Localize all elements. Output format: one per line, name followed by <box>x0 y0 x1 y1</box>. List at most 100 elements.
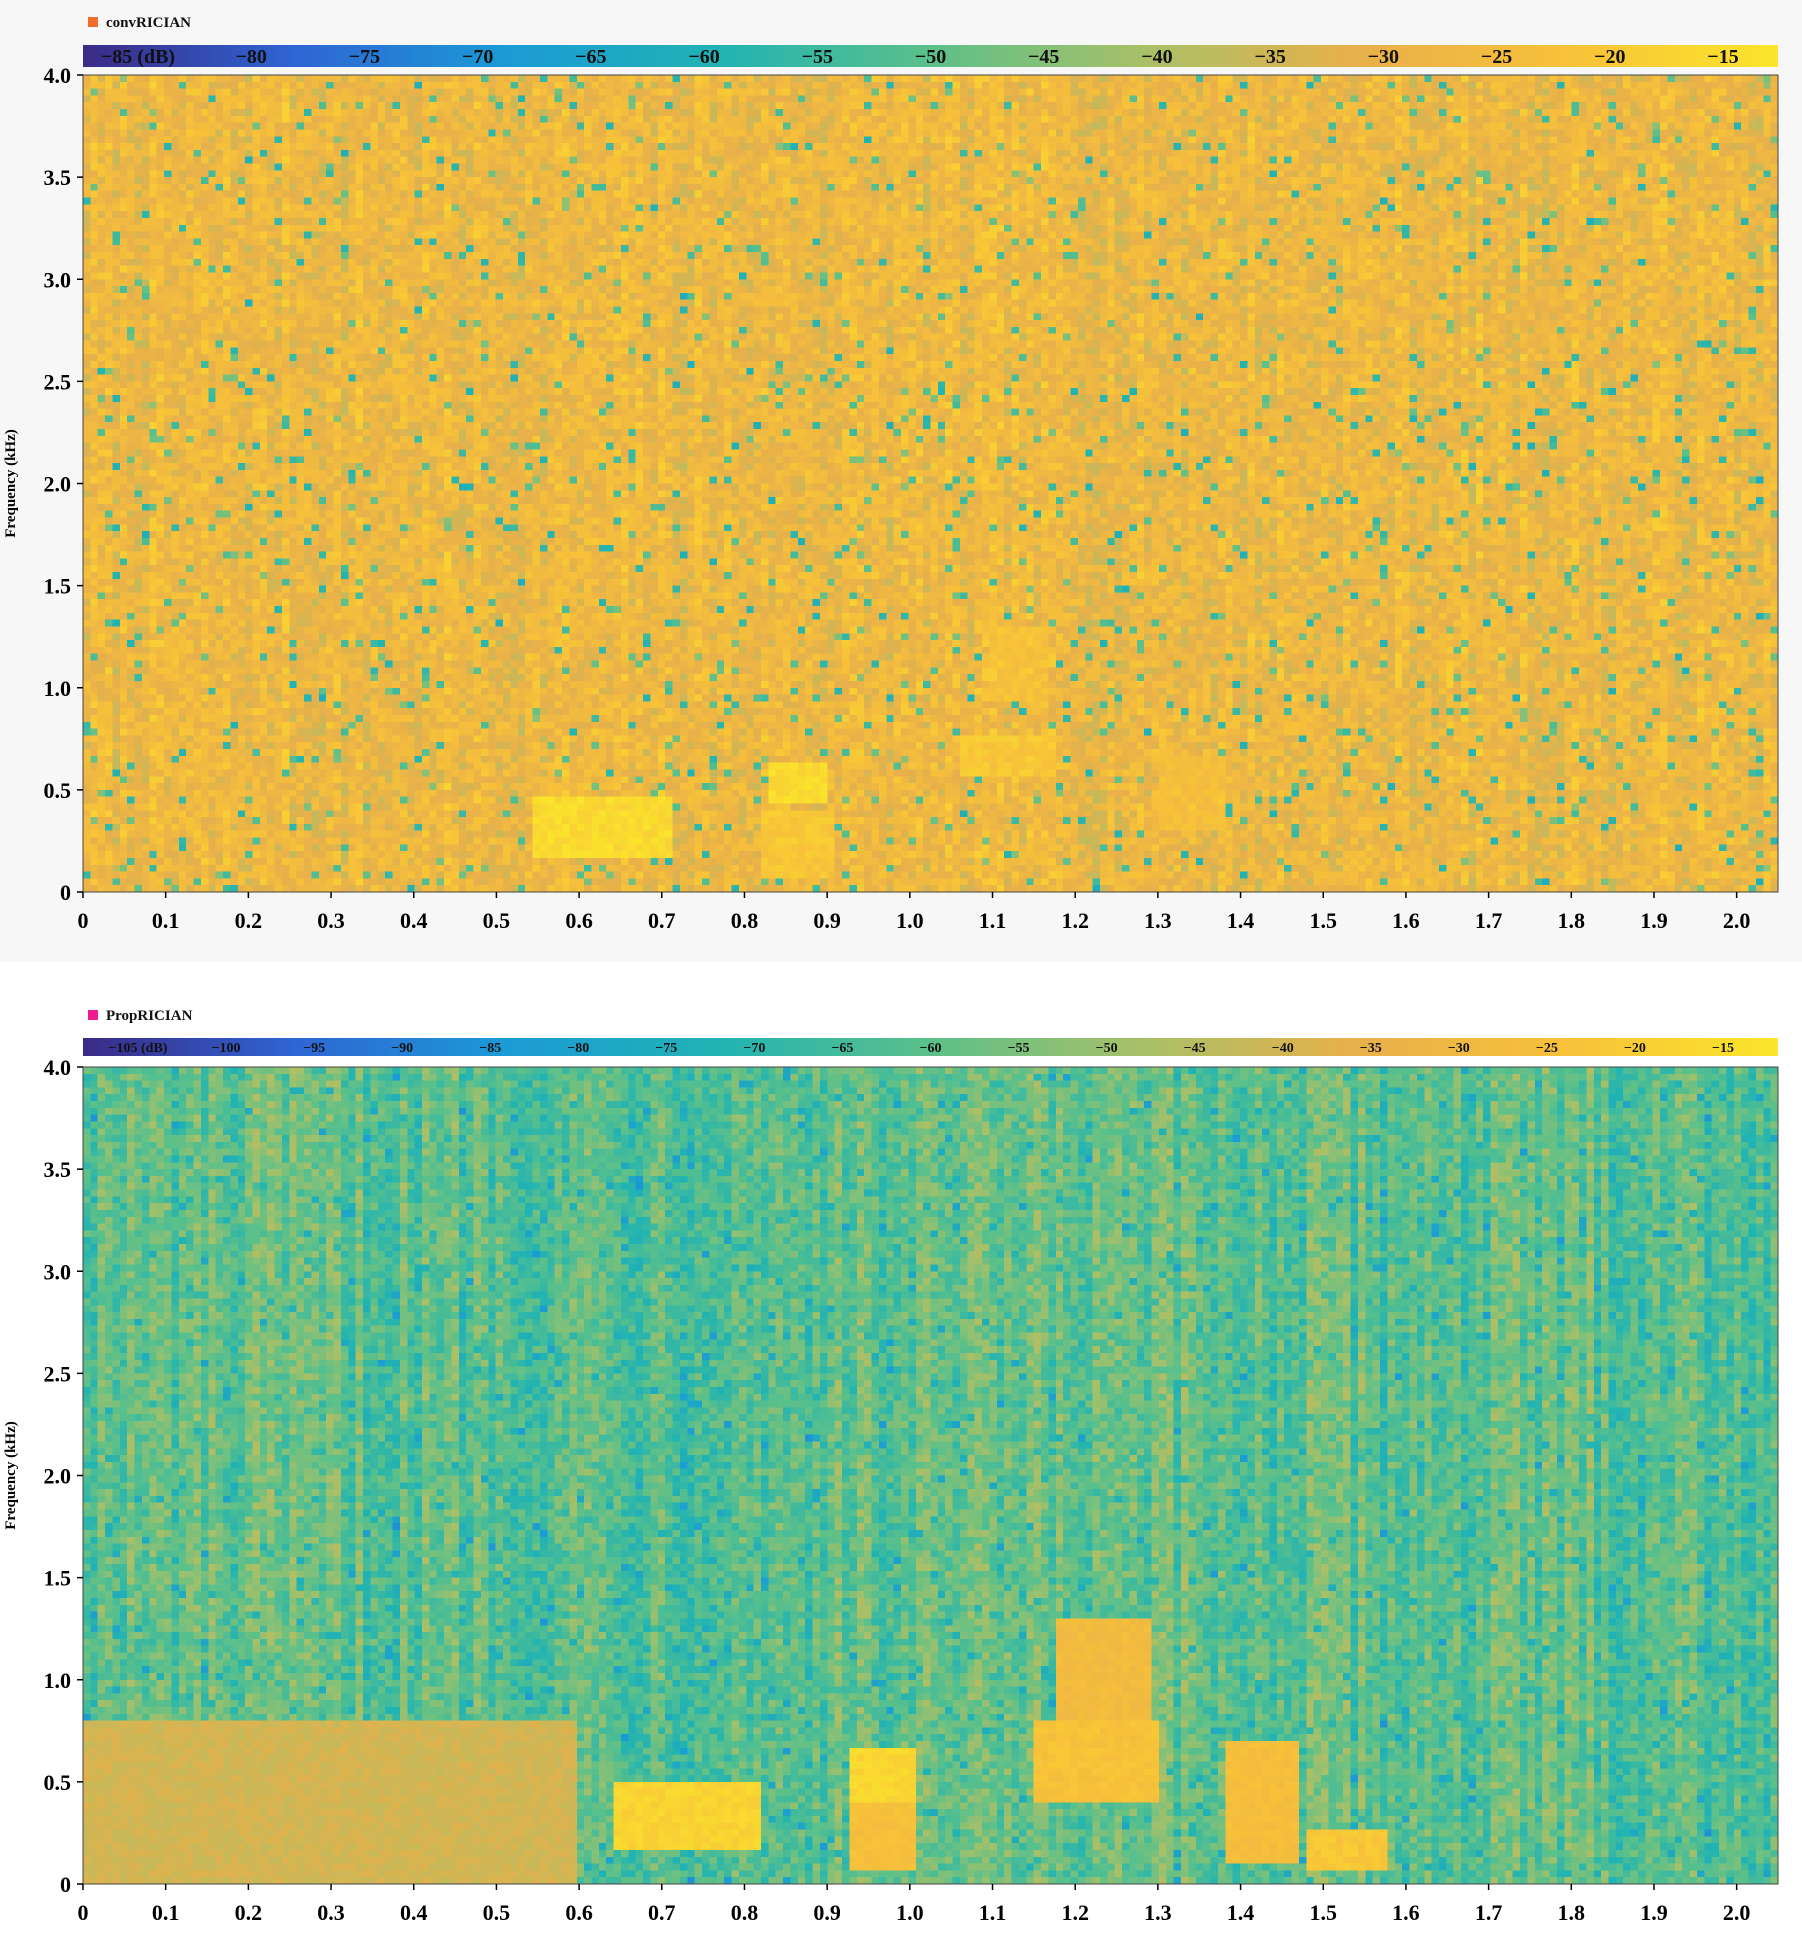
colorbar-tick-label: −50 <box>1096 1041 1118 1056</box>
y-axis-title: Frequency (kHz) <box>3 429 19 537</box>
colorbar-tick-label: −30 <box>1448 1041 1470 1056</box>
y-axis-title: Frequency (kHz) <box>3 1421 19 1529</box>
x-tick-label: 1.1 <box>979 1900 1007 1925</box>
colorbar-tick-label: −25 <box>1536 1041 1558 1056</box>
x-tick-label: 0.2 <box>235 908 263 933</box>
spectrogram-panel-prop: PropRICIAN −105 (dB) −100 −95 −90 −85 −80 −75 −7… <box>0 995 1802 1949</box>
colorbar-tick-label: −60 <box>920 1041 942 1056</box>
x-tick-label: 0.5 <box>483 908 511 933</box>
colorbar-tick-label: −70 <box>743 1041 765 1056</box>
y-tick-label: 4.0 <box>44 63 72 88</box>
x-tick-label: 1.6 <box>1392 908 1420 933</box>
y-tick-label: 0.5 <box>44 778 72 803</box>
x-tick-label: 0.1 <box>152 908 180 933</box>
y-tick-label: 0 <box>60 1872 71 1897</box>
colorbar-tick-label: −90 <box>391 1041 413 1056</box>
colorbar-tick-label: −60 <box>688 46 719 68</box>
y-tick-label: 3.5 <box>44 1157 72 1182</box>
y-tick-label: 2.5 <box>44 1361 72 1386</box>
colorbar-tick-label: −35 <box>1360 1041 1382 1056</box>
colorbar-tick-label: −65 <box>575 46 606 68</box>
y-tick-label: 2.0 <box>44 472 72 497</box>
colorbar-tick-label: −75 <box>349 46 380 68</box>
x-tick-label: 1.5 <box>1309 908 1337 933</box>
x-tick-label: 0.7 <box>648 1900 676 1925</box>
legend-marker <box>88 17 98 27</box>
colorbar-tick-label: −55 <box>1008 1041 1030 1056</box>
x-tick-label: 1.3 <box>1144 1900 1172 1925</box>
x-tick-label: 1.4 <box>1227 1900 1255 1925</box>
colorbar-tick-label: −40 <box>1141 46 1172 68</box>
x-tick-label: 0.3 <box>317 1900 345 1925</box>
colorbar-tick-label: −105 (dB) <box>109 1041 168 1056</box>
colorbar-tick-label: −15 <box>1712 1041 1734 1056</box>
colorbar-tick-label: −85 <box>479 1041 501 1056</box>
legend-marker <box>88 1010 98 1020</box>
spectrogram-heatmap <box>83 75 1778 892</box>
x-tick-label: 1.9 <box>1640 908 1668 933</box>
x-tick-label: 1.4 <box>1227 908 1255 933</box>
y-tick-label: 1.0 <box>44 1668 72 1693</box>
spectrogram-chart-conv: convRICIAN −85 (dB) −80 −75 −70 −65 −60 −55 −50 −… <box>3 15 1779 933</box>
x-tick-label: 0.9 <box>813 1900 841 1925</box>
colorbar-tick-label: −20 <box>1624 1041 1646 1056</box>
colorbar-tick-label: −95 <box>303 1041 325 1056</box>
legend-label: PropRICIAN <box>106 1008 193 1024</box>
colorbar-tick-label: −75 <box>655 1041 677 1056</box>
y-tick-label: 2.5 <box>44 369 72 394</box>
colorbar-tick-label: −65 <box>831 1041 853 1056</box>
y-tick-label: 3.0 <box>44 1259 72 1284</box>
colorbar-tick-label: −55 <box>802 46 833 68</box>
x-tick-label: 0.2 <box>235 1900 263 1925</box>
x-tick-label: 1.7 <box>1475 908 1503 933</box>
y-tick-label: 2.0 <box>44 1464 72 1489</box>
colorbar-tick-label: −40 <box>1272 1041 1294 1056</box>
x-tick-label: 1.2 <box>1061 1900 1089 1925</box>
x-tick-label: 1.7 <box>1475 1900 1503 1925</box>
colorbar-tick-label: −35 <box>1254 46 1285 68</box>
x-tick-label: 2.0 <box>1723 908 1751 933</box>
x-tick-label: 1.1 <box>979 908 1007 933</box>
x-tick-label: 1.8 <box>1558 1900 1586 1925</box>
colorbar-tick-label: −20 <box>1594 46 1625 68</box>
x-tick-label: 1.9 <box>1640 1900 1668 1925</box>
y-tick-label: 1.5 <box>44 1566 72 1591</box>
colorbar-tick-label: −25 <box>1481 46 1512 68</box>
x-tick-label: 0.4 <box>400 908 428 933</box>
colorbar-tick-label: −80 <box>567 1041 589 1056</box>
x-tick-label: 1.2 <box>1061 908 1089 933</box>
x-tick-label: 0 <box>78 908 89 933</box>
x-tick-label: 0.4 <box>400 1900 428 1925</box>
x-tick-label: 0.3 <box>317 908 345 933</box>
colorbar-tick-label: −30 <box>1368 46 1399 68</box>
y-tick-label: 1.5 <box>44 574 72 599</box>
x-tick-label: 1.0 <box>896 908 924 933</box>
x-tick-label: 0.5 <box>483 1900 511 1925</box>
y-tick-label: 3.0 <box>44 267 72 292</box>
x-tick-label: 0.6 <box>565 1900 593 1925</box>
x-tick-label: 1.3 <box>1144 908 1172 933</box>
colorbar-tick-label: −85 (dB) <box>101 46 175 68</box>
colorbar-tick-label: −45 <box>1184 1041 1206 1056</box>
x-tick-label: 0.6 <box>565 908 593 933</box>
x-tick-label: 0.8 <box>731 908 759 933</box>
x-tick-label: 1.0 <box>896 1900 924 1925</box>
spectrogram-heatmap <box>83 1067 1778 1884</box>
x-tick-label: 0 <box>78 1900 89 1925</box>
colorbar-tick-label: −80 <box>236 46 267 68</box>
spectrogram-panel-conv: convRICIAN −85 (dB) −80 −75 −70 −65 −60 −55 −50 −… <box>0 0 1802 962</box>
spectrogram-chart-prop: PropRICIAN −105 (dB) −100 −95 −90 −85 −80 −75 −7… <box>3 1008 1779 1925</box>
colorbar-tick-label: −45 <box>1028 46 1059 68</box>
y-tick-label: 3.5 <box>44 165 72 190</box>
colorbar-tick-label: −15 <box>1707 46 1738 68</box>
x-tick-label: 0.8 <box>731 1900 759 1925</box>
legend-label: convRICIAN <box>106 15 191 31</box>
x-tick-label: 0.1 <box>152 1900 180 1925</box>
y-tick-label: 1.0 <box>44 676 72 701</box>
x-tick-label: 1.5 <box>1309 1900 1337 1925</box>
x-tick-label: 0.9 <box>813 908 841 933</box>
y-tick-label: 0 <box>60 880 71 905</box>
y-tick-label: 0.5 <box>44 1770 72 1795</box>
x-tick-label: 0.7 <box>648 908 676 933</box>
x-tick-label: 2.0 <box>1723 1900 1751 1925</box>
